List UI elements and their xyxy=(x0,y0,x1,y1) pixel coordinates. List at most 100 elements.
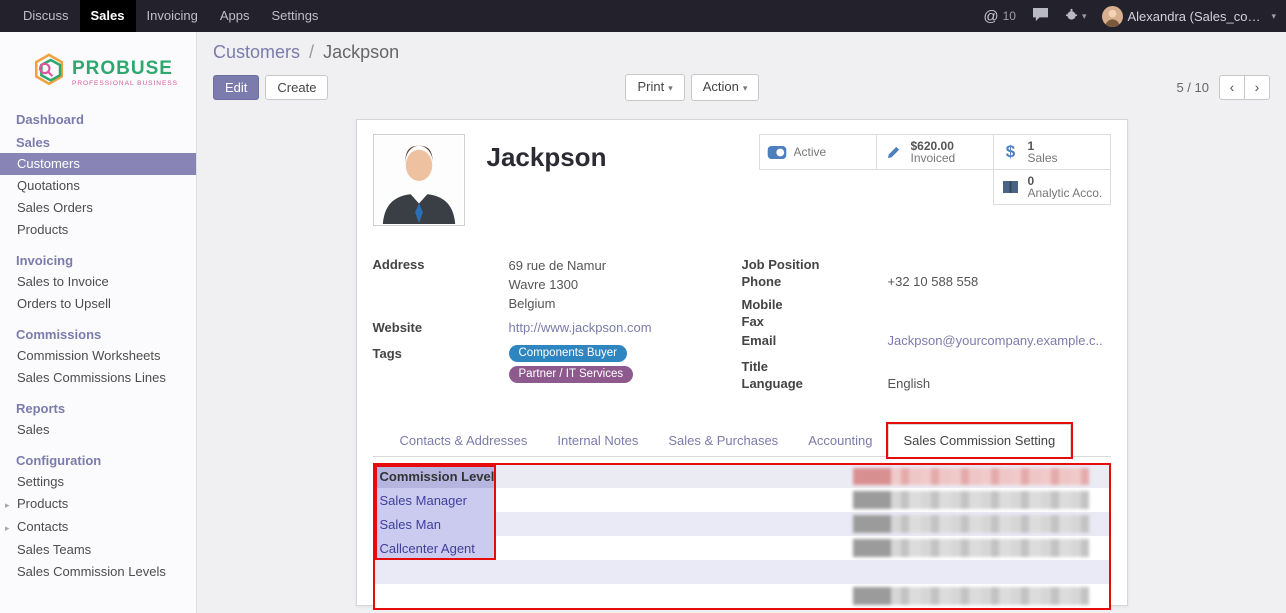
sidebar-heading-reports[interactable]: Reports xyxy=(0,398,196,419)
tag-components-buyer: Components Buyer xyxy=(509,345,627,362)
caret-down-icon: ▾ xyxy=(743,83,748,93)
sidebar-item-customers[interactable]: Customers xyxy=(0,153,196,175)
sidebar-heading-configuration[interactable]: Configuration xyxy=(0,450,196,471)
action-dropdown-button[interactable]: Action ▾ xyxy=(691,74,760,101)
sidebar-item-contacts[interactable]: ▸Contacts xyxy=(0,516,196,539)
analytic-count-label: Analytic Acco... xyxy=(1028,187,1103,199)
commission-table-annotation: Commission Level Sales Manager Sales Man… xyxy=(373,463,1111,610)
action-label: Action xyxy=(703,79,739,94)
chevron-right-icon: ▸ xyxy=(5,498,17,512)
print-dropdown-button[interactable]: Print▾ xyxy=(625,74,684,101)
email-link[interactable]: Jackpson@yourcompany.example.c.. xyxy=(888,332,1103,349)
tags-value: Components Buyer Partner / IT Services xyxy=(509,345,634,383)
tab-contacts-addresses[interactable]: Contacts & Addresses xyxy=(385,425,543,456)
menu-apps[interactable]: Apps xyxy=(209,0,261,32)
menu-settings[interactable]: Settings xyxy=(260,0,329,32)
breadcrumb-customers-link[interactable]: Customers xyxy=(213,42,300,62)
breadcrumb-separator: / xyxy=(309,42,314,62)
mentions-button[interactable]: @ 10 xyxy=(983,8,1016,25)
website-link[interactable]: http://www.jackpson.com xyxy=(509,319,652,336)
breadcrumb-current: Jackpson xyxy=(323,42,399,62)
tab-sales-commission-setting[interactable]: Sales Commission Setting xyxy=(888,424,1072,457)
menu-invoicing[interactable]: Invoicing xyxy=(136,0,209,32)
field-grid: Address 69 rue de Namur Wavre 1300 Belgi… xyxy=(373,256,1111,396)
logo-subtitle: PROFESSIONAL BUSINESS xyxy=(72,81,178,88)
sidebar-heading-sales[interactable]: Sales xyxy=(0,132,196,153)
sidebar-item-settings[interactable]: Settings xyxy=(0,471,196,493)
analytic-stat-button[interactable]: 0 Analytic Acco... xyxy=(993,169,1111,205)
sidebar-item-commission-worksheets[interactable]: Commission Worksheets xyxy=(0,345,196,367)
pager-counter: 5 / 10 xyxy=(1176,80,1209,95)
sidebar-item-sales-commission-levels[interactable]: Sales Commission Levels xyxy=(0,561,196,583)
redacted-cell xyxy=(853,468,1089,485)
address-label: Address xyxy=(373,256,509,313)
commission-level-cell[interactable]: Sales Manager xyxy=(375,488,495,512)
chevron-left-icon: ‹ xyxy=(1230,79,1235,95)
sidebar-item-sales-teams[interactable]: Sales Teams xyxy=(0,539,196,561)
main-content: Customers / Jackpson Edit Create Print▾ … xyxy=(197,32,1286,613)
redacted-cell xyxy=(853,587,1089,605)
tag-partner-it-services: Partner / IT Services xyxy=(509,366,634,383)
bug-icon xyxy=(1065,8,1078,24)
sidebar-item-products[interactable]: Products xyxy=(0,219,196,241)
table-row[interactable]: Sales Man xyxy=(375,512,1109,536)
mention-count: 10 xyxy=(1003,9,1016,23)
sidebar-item-reports-sales[interactable]: Sales xyxy=(0,419,196,441)
page-title: Jackpson xyxy=(487,142,607,173)
fax-label: Fax xyxy=(742,313,888,330)
tab-accounting[interactable]: Accounting xyxy=(793,425,887,456)
probuse-logo-icon xyxy=(32,52,66,95)
control-panel: Customers / Jackpson Edit Create Print▾ … xyxy=(197,32,1286,101)
tab-sales-purchases[interactable]: Sales & Purchases xyxy=(653,425,793,456)
commission-level-cell[interactable]: Sales Man xyxy=(375,512,495,536)
sidebar-item-orders-to-upsell[interactable]: Orders to Upsell xyxy=(0,293,196,315)
language-label: Language xyxy=(742,375,888,392)
sidebar: PROBUSE PROFESSIONAL BUSINESS Dashboard … xyxy=(0,32,197,613)
active-label: Active xyxy=(794,146,827,158)
website-label: Website xyxy=(373,319,509,336)
sidebar-item-sales-to-invoice[interactable]: Sales to Invoice xyxy=(0,271,196,293)
customer-photo xyxy=(373,134,465,226)
sidebar-heading-commissions[interactable]: Commissions xyxy=(0,324,196,345)
tags-label: Tags xyxy=(373,345,509,383)
menu-sales[interactable]: Sales xyxy=(80,0,136,32)
user-menu[interactable]: Alexandra (Sales_comm... ▾ xyxy=(1102,6,1276,27)
sidebar-item-quotations[interactable]: Quotations xyxy=(0,175,196,197)
active-toggle-button[interactable]: Active xyxy=(759,134,877,170)
print-label: Print xyxy=(637,79,664,94)
commission-level-cell[interactable]: Callcenter Agent xyxy=(375,536,495,560)
debug-menu-button[interactable]: ▾ xyxy=(1065,8,1087,24)
sidebar-item-sales-commissions-lines[interactable]: Sales Commissions Lines xyxy=(0,367,196,389)
table-empty-row xyxy=(375,584,1109,608)
sales-stat-button[interactable]: $ 1 Sales xyxy=(993,134,1111,170)
phone-label: Phone xyxy=(742,273,888,290)
chat-icon xyxy=(1032,7,1049,25)
sidebar-heading-dashboard[interactable]: Dashboard xyxy=(0,109,196,130)
top-navbar: Discuss Sales Invoicing Apps Settings @ … xyxy=(0,0,1286,32)
commission-level-header[interactable]: Commission Level xyxy=(375,465,495,488)
record-form-sheet: Jackpson Active $620.00 xyxy=(356,119,1128,606)
active-toggle-icon xyxy=(767,146,787,159)
dollar-icon: $ xyxy=(1001,142,1021,162)
pager: 5 / 10 ‹ › xyxy=(1176,75,1270,100)
user-avatar xyxy=(1102,6,1123,27)
sidebar-heading-invoicing[interactable]: Invoicing xyxy=(0,250,196,271)
invoiced-stat-button[interactable]: $620.00 Invoiced xyxy=(876,134,994,170)
menu-discuss[interactable]: Discuss xyxy=(12,0,80,32)
logo-title: PROBUSE xyxy=(72,59,178,78)
sidebar-item-config-products[interactable]: ▸Products xyxy=(0,493,196,516)
create-button[interactable]: Create xyxy=(265,75,328,100)
table-empty-row xyxy=(375,560,1109,584)
sidebar-item-sales-orders[interactable]: Sales Orders xyxy=(0,197,196,219)
redacted-cell xyxy=(853,515,1089,533)
pager-next-button[interactable]: › xyxy=(1244,75,1270,100)
tab-internal-notes[interactable]: Internal Notes xyxy=(542,425,653,456)
table-row[interactable]: Sales Manager xyxy=(375,488,1109,512)
notebook-tabs: Contacts & Addresses Internal Notes Sale… xyxy=(373,424,1111,457)
table-row[interactable]: Callcenter Agent xyxy=(375,536,1109,560)
user-name: Alexandra (Sales_comm... xyxy=(1127,9,1267,24)
edit-button[interactable]: Edit xyxy=(213,75,259,100)
messages-button[interactable] xyxy=(1032,7,1049,25)
pager-previous-button[interactable]: ‹ xyxy=(1219,75,1245,100)
book-icon xyxy=(1001,180,1021,194)
